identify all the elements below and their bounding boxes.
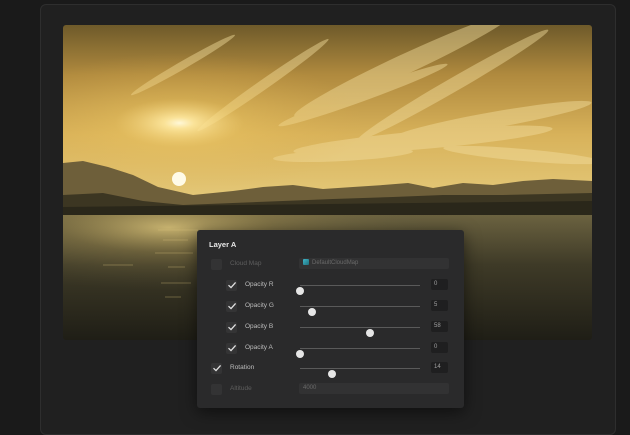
opacity-r-checkbox[interactable] [226,280,237,291]
slider-row-opacity-g: Opacity G 5 [197,300,464,316]
opacity-g-checkbox[interactable] [226,301,237,312]
rotation-slider-track[interactable] [300,368,420,378]
opacity-g-slider-track[interactable] [300,306,420,316]
opacity-r-label: Opacity R [245,281,274,288]
rotation-label: Rotation [230,364,255,371]
opacity-b-slider-thumb[interactable] [365,329,374,337]
opacity-a-slider-thumb[interactable] [296,350,304,358]
altitude-label: Altitude [230,385,252,392]
opacity-a-slider-track[interactable] [296,348,420,358]
opacity-b-label: Opacity B [245,323,274,330]
layer-properties-panel: Layer A Cloud Map DefaultCloudMap Opacit… [197,230,464,408]
slider-row-opacity-b: Opacity B 58 [197,321,464,337]
checkmark-icon [228,323,237,331]
opacity-g-label: Opacity G [245,302,274,309]
cloud-map-picker[interactable]: DefaultCloudMap [299,258,449,269]
altitude-checkbox[interactable] [211,384,222,395]
checkmark-icon [228,302,237,310]
cloud-map-value: DefaultCloudMap [312,260,359,266]
opacity-a-checkbox[interactable] [226,343,237,354]
cloud-map-checkbox[interactable] [211,259,222,270]
slider-row-rotation: Rotation 14 [197,362,464,378]
cloud-map-row: Cloud Map DefaultCloudMap [197,258,464,272]
opacity-r-value[interactable]: 0 [431,279,448,290]
rotation-value[interactable]: 14 [431,362,448,373]
opacity-b-checkbox[interactable] [226,322,237,333]
opacity-g-value[interactable]: 5 [431,300,448,311]
checkmark-icon [228,281,237,289]
texture-icon [303,258,309,265]
rotation-slider-thumb[interactable] [328,370,337,378]
opacity-g-slider-thumb[interactable] [308,308,316,316]
opacity-a-label: Opacity A [245,344,273,351]
altitude-row: Altitude 4000 [197,383,464,397]
slider-row-opacity-a: Opacity A 0 [197,342,464,358]
slider-row-opacity-r: Opacity R 0 [197,279,464,295]
checkmark-icon [213,364,222,372]
opacity-r-slider-thumb[interactable] [296,287,304,295]
altitude-input[interactable]: 4000 [299,383,449,394]
opacity-r-slider-track[interactable] [296,285,420,295]
opacity-b-value[interactable]: 58 [431,321,448,332]
opacity-b-slider-track[interactable] [300,327,420,337]
checkmark-icon [228,344,237,352]
rotation-checkbox[interactable] [211,363,222,374]
cloud-map-label: Cloud Map [230,260,262,267]
opacity-a-value[interactable]: 0 [431,342,448,353]
panel-title: Layer A [209,240,237,249]
